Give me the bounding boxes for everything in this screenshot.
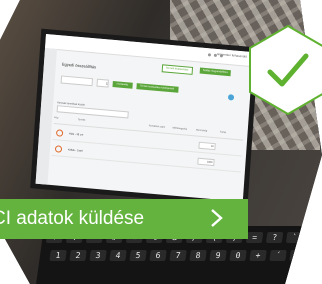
keyboard-key: 9 bbox=[209, 250, 227, 261]
column-header: Mértékegység bbox=[172, 127, 187, 131]
column-header: Rendelési szám bbox=[148, 125, 166, 129]
keyboard-key: + bbox=[249, 250, 267, 261]
search-input[interactable] bbox=[56, 105, 129, 119]
keyboard-key: 6 bbox=[149, 250, 167, 261]
keyboard-key: ← bbox=[289, 250, 307, 261]
keyboard-key: 3 bbox=[89, 250, 107, 261]
keyboard-key: 4 bbox=[109, 250, 127, 261]
keyboard-key: 5 bbox=[129, 250, 147, 261]
cart-icon[interactable] bbox=[207, 53, 212, 57]
quantity-field[interactable]: 1000 bbox=[197, 157, 215, 166]
add-from-catalog-button[interactable]: Termék hozzáadása katalógusból bbox=[135, 83, 179, 93]
send-ci-data-button[interactable]: CI adatok küldése bbox=[0, 199, 248, 239]
page-title: Egyedi összeállítás bbox=[61, 61, 97, 70]
column-header: Kép bbox=[54, 117, 59, 120]
select-product-button[interactable]: Termék kiválasztása bbox=[161, 64, 193, 75]
column-header: Törlés bbox=[219, 131, 227, 135]
keyboard-key: = bbox=[245, 232, 264, 243]
column-header: Mennyiség bbox=[196, 129, 208, 133]
laptop-screen: Ismeretlen felhasználó Egyedi összeállít… bbox=[35, 34, 254, 202]
product-icon bbox=[54, 144, 63, 153]
keyboard-key: 8 bbox=[189, 250, 207, 261]
chevron-right-icon bbox=[211, 209, 223, 227]
product-name: Kellék - Szett bbox=[67, 147, 83, 153]
product-name: Háló - 35 cm bbox=[69, 131, 84, 137]
item-controls: 1 Hozzáadás Termék hozzáadása katalógusb… bbox=[60, 75, 179, 93]
quantity-input[interactable]: 1 bbox=[96, 78, 109, 88]
add-button[interactable]: Hozzáadás bbox=[112, 81, 133, 89]
keyboard-key: 0 bbox=[229, 250, 247, 261]
product-icon bbox=[55, 128, 64, 137]
product-select[interactable] bbox=[60, 75, 94, 87]
keyboard-key: ` bbox=[285, 232, 304, 243]
keyboard-row-numbers: 1 2 3 4 5 6 7 8 9 0 + ´ ← bbox=[49, 250, 307, 262]
check-icon bbox=[249, 24, 322, 116]
keyboard-key: 1 bbox=[49, 250, 67, 261]
keyboard-key: 7 bbox=[169, 250, 187, 261]
quantity-field[interactable]: 10 bbox=[198, 141, 216, 150]
keyboard-key: 2 bbox=[69, 250, 87, 261]
send-order-button[interactable]: Küldés megrendelésre bbox=[199, 67, 231, 77]
keyboard-key: ? bbox=[265, 232, 284, 243]
cta-label: CI adatok küldése bbox=[0, 208, 145, 229]
help-icon[interactable] bbox=[227, 94, 235, 101]
keyboard-key: ´ bbox=[269, 250, 287, 261]
